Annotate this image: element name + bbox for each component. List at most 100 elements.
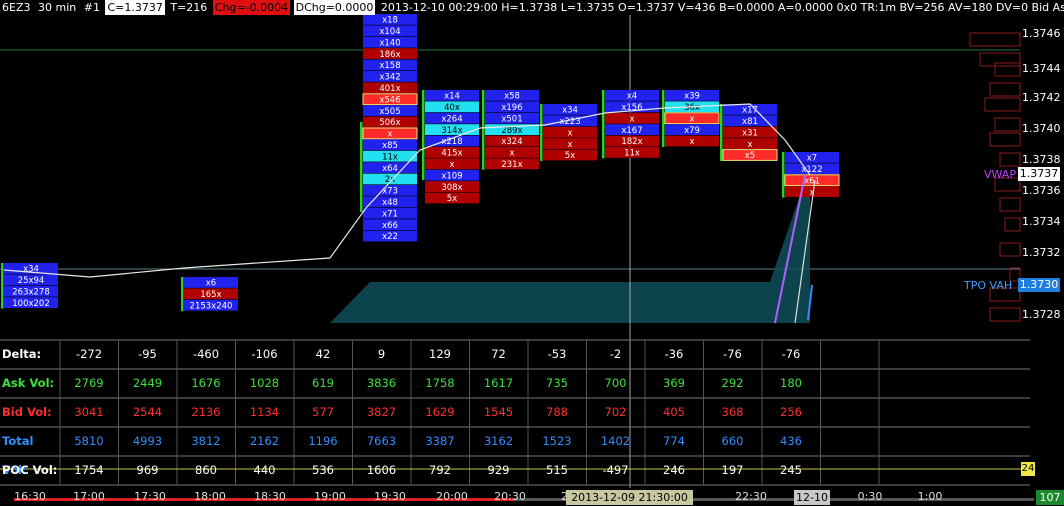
tpo-vah-label: TPO VAH (964, 279, 1013, 292)
stat-cell-total: 660 (721, 434, 744, 448)
time-tick: 17:00 (73, 490, 105, 503)
stat-cell-delta: -36 (664, 347, 684, 361)
stat-cell-total: 3162 (483, 434, 514, 448)
stat-cell-bid: 2136 (191, 405, 221, 419)
stat-cell-poc: 969 (136, 463, 159, 477)
time-axis[interactable]: 16:30 17:00 17:30 18:00 18:30 19:00 19:30 20:00… (0, 488, 1064, 506)
stat-cell-delta: 9 (377, 347, 386, 361)
stat-cell-poc: 1754 (74, 463, 104, 477)
time-tick: 0:30 (857, 490, 883, 503)
footprint-cell-text: x (567, 128, 572, 138)
stat-cell-bid: 2544 (132, 405, 163, 419)
time-tick: 18:00 (194, 490, 226, 503)
footprint-cell-text: x264 (441, 114, 462, 124)
time-tick: 18:30 (254, 490, 286, 503)
stat-cell-total: 1402 (600, 434, 631, 448)
price-tick: 1.3732 (1022, 246, 1061, 259)
stat-cell-poc: 929 (487, 463, 510, 477)
footprint-cell-text: x (689, 114, 694, 124)
stat-cell-delta: -106 (251, 347, 278, 361)
vwap-label: VWAP (984, 168, 1016, 181)
footprint-cell-text: 231x (501, 160, 522, 170)
profile-bar-10 (1004, 217, 1021, 232)
stat-cell-ask: 700 (604, 376, 627, 390)
stat-cell-bid: 3041 (74, 405, 104, 419)
stat-cell-poc: -497 (602, 463, 629, 477)
footprint-cell-text: x85 (382, 141, 398, 151)
date-marker: 12-10 (794, 490, 830, 505)
footprint-cell-text: 11x (382, 152, 398, 162)
stat-cell-bid: 1629 (425, 405, 455, 419)
delta-bar (540, 104, 543, 161)
footprint-cell-text: 165x (200, 290, 221, 300)
time-tick: 17:30 (134, 490, 166, 503)
profile-bar-2 (994, 62, 1021, 77)
footprint-cell-text: x140 (379, 38, 400, 48)
footprint-cell-text: x324 (501, 137, 522, 147)
symbol-label: 6EZ3 (2, 1, 31, 14)
footprint-cell-text: 100x202 (12, 299, 49, 309)
footprint-cell-text: x31 (742, 128, 758, 138)
footprint-cell-text: 36x (684, 103, 700, 113)
footprint-cell-text: 11x (624, 149, 640, 159)
footprint-cell-text: x79 (684, 126, 700, 136)
footprint-cell-text: x7 (807, 154, 817, 164)
stat-cell-poc: 245 (780, 463, 802, 477)
stat-cell-ask: 292 (721, 376, 744, 390)
footprint-cell-text: 40x (444, 103, 460, 113)
bar-count-box: 107 (1036, 490, 1064, 505)
footprint-cell-text: x58 (504, 92, 520, 102)
footprint-cell-text: x (629, 114, 634, 124)
price-tick: 1.3740 (1022, 122, 1061, 135)
last-price-marker: 1.3737 (1018, 167, 1060, 181)
ask-vol-row: Ask Vol: 2769 2449 1676 1028 619 3836 1758 1617… (0, 369, 1030, 398)
stat-cell-ask: 2769 (74, 376, 104, 390)
footprint-cell-text: x (689, 137, 694, 147)
footprint-cell-text: 186x (379, 50, 400, 60)
footprint-cell-text: x17 (742, 106, 758, 116)
stat-cell-total: 1523 (542, 434, 572, 448)
bid-vol-label: Bid Vol: (2, 405, 52, 419)
stat-cell-bid: 788 (546, 405, 568, 419)
footprint-cell-text: x14 (444, 92, 460, 102)
profile-bar-6 (989, 132, 1021, 147)
time-tick: 22:30 (735, 490, 767, 503)
volume-stats-table: Delta: -272 -95 -460 -106 42 9 129 72 -53 -2 -36 -7… (0, 340, 1030, 486)
stat-cell-poc: 1606 (366, 463, 397, 477)
stat-cell-poc: 246 (663, 463, 685, 477)
footprint-cell-text: x (509, 149, 514, 159)
stat-cell-poc: 515 (546, 463, 568, 477)
footprint-cell-text: 25x94 (18, 276, 45, 286)
chart-number: #1 (83, 1, 100, 14)
delta-bar (422, 90, 425, 180)
delta-bar (662, 90, 665, 147)
stat-cell-bid: 3827 (366, 405, 397, 419)
stat-cell-poc: 860 (195, 463, 217, 477)
stat-cell-ask: 369 (663, 376, 685, 390)
price-tick: 1.3734 (1022, 215, 1061, 228)
bid-vol-row: Bid Vol: 3041 2544 2136 1134 577 3827 1629 1545… (0, 398, 1030, 427)
stat-cell-total: 3812 (191, 434, 221, 448)
profile-bar-14 (989, 307, 1021, 322)
footprint-cell-text: 415x (441, 149, 462, 159)
profile-bar-7 (999, 152, 1021, 167)
stat-cell-bid: 1545 (483, 405, 514, 419)
footprint-cell-text: x39 (684, 92, 700, 102)
footprint-cell-text: x61 (804, 176, 820, 186)
poc-vol-label: POC Vol: (2, 463, 58, 477)
footprint-cell-text: x64 (382, 164, 398, 174)
delta-bar (1, 263, 4, 309)
change-box: Chg=-0.0004 (212, 0, 291, 15)
footprint-cell-text: x5 (745, 151, 755, 161)
time-tick: 20:00 (436, 490, 468, 503)
price-tick: 1.3744 (1022, 62, 1061, 75)
profile-bar-5 (994, 117, 1021, 132)
stat-cell-delta: -95 (138, 347, 157, 361)
footprint-cell-text: x167 (621, 126, 642, 136)
stat-cell-total: 3387 (425, 434, 455, 448)
daily-change-box: DChg=0.0000 (293, 0, 376, 15)
stat-cell-ask: 1676 (191, 376, 221, 390)
delta-bar (482, 90, 485, 170)
stat-cell-delta: -460 (192, 347, 220, 361)
footprint-cell-text: x34 (562, 106, 578, 116)
